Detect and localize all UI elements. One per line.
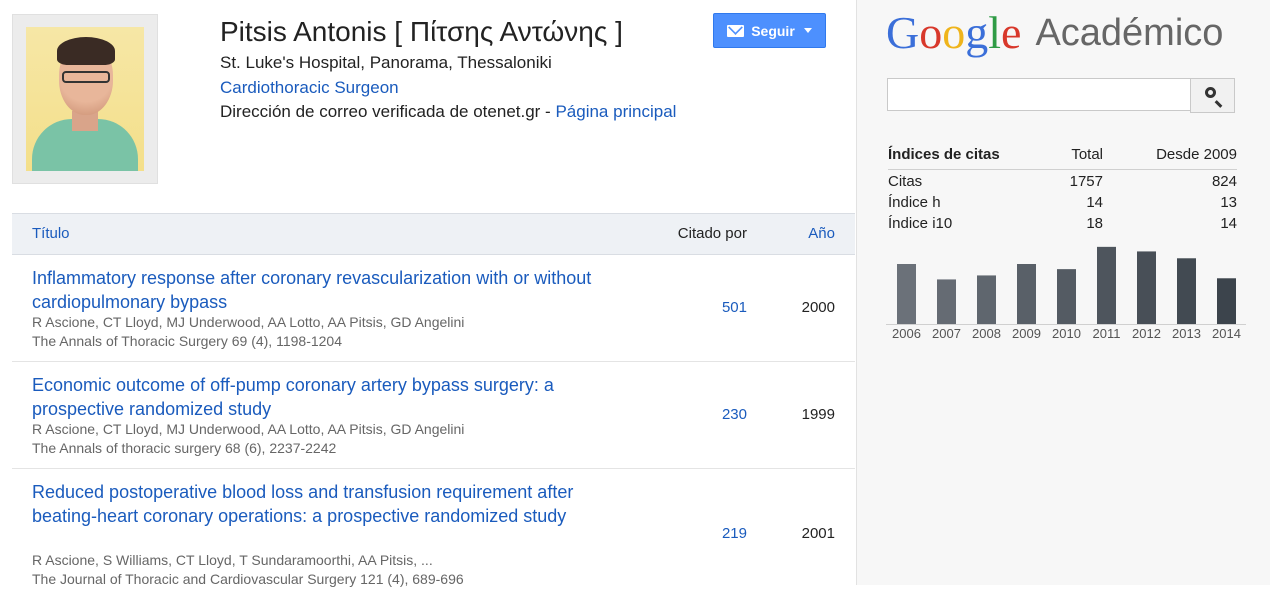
- caret-down-icon: [803, 28, 812, 33]
- search-icon: [1205, 87, 1216, 98]
- chart-year-label: 2009: [1012, 326, 1041, 341]
- article-authors: R Ascione, CT Lloyd, MJ Underwood, AA Lo…: [32, 421, 465, 437]
- chart-bar[interactable]: [1217, 278, 1236, 324]
- article-authors: R Ascione, S Williams, CT Lloyd, T Sunda…: [32, 552, 433, 568]
- homepage-link[interactable]: Página principal: [555, 102, 676, 121]
- stats-label: Citas: [888, 173, 923, 190]
- cited-by-count-link[interactable]: 230: [722, 406, 747, 423]
- chart-bar[interactable]: [937, 279, 956, 324]
- stats-row-citations: Citas 1757 824: [888, 170, 1237, 191]
- cited-by-header: Citado por: [677, 225, 747, 242]
- chart-year-label: 2013: [1172, 326, 1201, 341]
- article-year: 2001: [801, 525, 835, 542]
- chart-bar[interactable]: [1057, 269, 1076, 324]
- chart-year-label: 2007: [932, 326, 961, 341]
- logo-letter: G: [886, 7, 920, 58]
- chart-bar[interactable]: [977, 275, 996, 324]
- profile-email: Dirección de correo verificada de otenet…: [220, 102, 676, 122]
- stats-total: 1757: [1069, 173, 1103, 190]
- stats-label: Índice h: [888, 194, 941, 211]
- logo-letter: e: [1001, 7, 1022, 58]
- publications-table: Título Citado por Año Inflammatory respo…: [12, 213, 855, 599]
- profile-photo: [26, 27, 144, 171]
- profile-pane: Pitsis Antonis [ Πίτσης Αντώνης ] St. Lu…: [0, 0, 855, 587]
- article-title-link[interactable]: Reduced postoperative blood loss and tra…: [32, 480, 632, 528]
- citations-per-year-chart: 2006 2007 2008 2009 2010 2011 2012 2013 2014: [886, 246, 1246, 341]
- stats-total: 14: [1086, 194, 1103, 211]
- table-row: Economic outcome of off-pump coronary ar…: [12, 362, 855, 469]
- stats-label: Índice i10: [888, 215, 953, 232]
- stats-header: Índices de citas Total Desde 2009: [888, 145, 1237, 170]
- article-venue: The Annals of Thoracic Surgery 69 (4), 1…: [32, 333, 342, 349]
- cited-by-count-link[interactable]: 501: [722, 299, 747, 316]
- article-authors: R Ascione, CT Lloyd, MJ Underwood, AA Lo…: [32, 314, 465, 330]
- follow-label: Seguir: [751, 22, 795, 39]
- stats-total: 18: [1086, 215, 1103, 232]
- stats-row-h-index: Índice h 14 13: [888, 191, 1237, 212]
- table-row: Reduced postoperative blood loss and tra…: [12, 469, 855, 599]
- table-row: Inflammatory response after coronary rev…: [12, 255, 855, 362]
- chart-bar[interactable]: [1137, 251, 1156, 324]
- chart-year-label: 2008: [972, 326, 1001, 341]
- stats-since: 14: [1220, 215, 1237, 232]
- citation-stats-table: Índices de citas Total Desde 2009 Citas …: [888, 145, 1237, 233]
- stats-row-i10-index: Índice i10 18 14: [888, 212, 1237, 233]
- chart-bar[interactable]: [1017, 264, 1036, 324]
- chart-year-label: 2010: [1052, 326, 1081, 341]
- article-year: 2000: [801, 299, 835, 316]
- logo-letter: o: [942, 7, 966, 58]
- stats-header-total: Total: [1071, 146, 1103, 163]
- search-button[interactable]: [1190, 78, 1235, 113]
- profile-name: Pitsis Antonis [ Πίτσης Αντώνης ]: [220, 16, 623, 47]
- chart-year-label: 2011: [1093, 326, 1121, 341]
- profile-affiliation: St. Luke's Hospital, Panorama, Thessalon…: [220, 53, 552, 72]
- stats-since: 13: [1220, 194, 1237, 211]
- email-verified-text: Dirección de correo verificada de otenet…: [220, 102, 556, 121]
- sort-by-year-link[interactable]: Año: [808, 225, 835, 242]
- logo-scholar-word: Académico: [1035, 12, 1224, 54]
- cited-by-count-link[interactable]: 219: [722, 525, 747, 542]
- chart-bar[interactable]: [897, 264, 916, 324]
- sort-by-title-link[interactable]: Título: [32, 225, 70, 242]
- follow-button[interactable]: Seguir: [713, 13, 826, 48]
- chart-bar[interactable]: [1177, 258, 1196, 324]
- stats-header-label: Índices de citas: [888, 146, 1000, 163]
- mail-icon: [727, 24, 745, 37]
- logo-letter: o: [919, 7, 943, 58]
- logo-letter: g: [965, 7, 989, 58]
- profile-photo-frame: [12, 14, 158, 184]
- article-title-link[interactable]: Economic outcome of off-pump coronary ar…: [32, 373, 632, 421]
- chart-year-label: 2014: [1212, 326, 1241, 341]
- article-year: 1999: [801, 406, 835, 423]
- stats-since: 824: [1211, 173, 1237, 190]
- google-scholar-logo[interactable]: Google Académico: [886, 6, 1223, 59]
- article-venue: The Annals of thoracic surgery 68 (6), 2…: [32, 440, 337, 456]
- table-header: Título Citado por Año: [12, 213, 855, 255]
- chart-year-label: 2006: [892, 326, 921, 341]
- article-title-link[interactable]: Inflammatory response after coronary rev…: [32, 266, 632, 314]
- search-input[interactable]: [887, 78, 1191, 111]
- stats-header-since: Desde 2009: [1156, 146, 1237, 163]
- chart-year-label: 2012: [1132, 326, 1161, 341]
- logo-letter: l: [988, 7, 1002, 58]
- profile-interest-link[interactable]: Cardiothoracic Surgeon: [220, 78, 399, 98]
- chart-bar[interactable]: [1097, 246, 1116, 324]
